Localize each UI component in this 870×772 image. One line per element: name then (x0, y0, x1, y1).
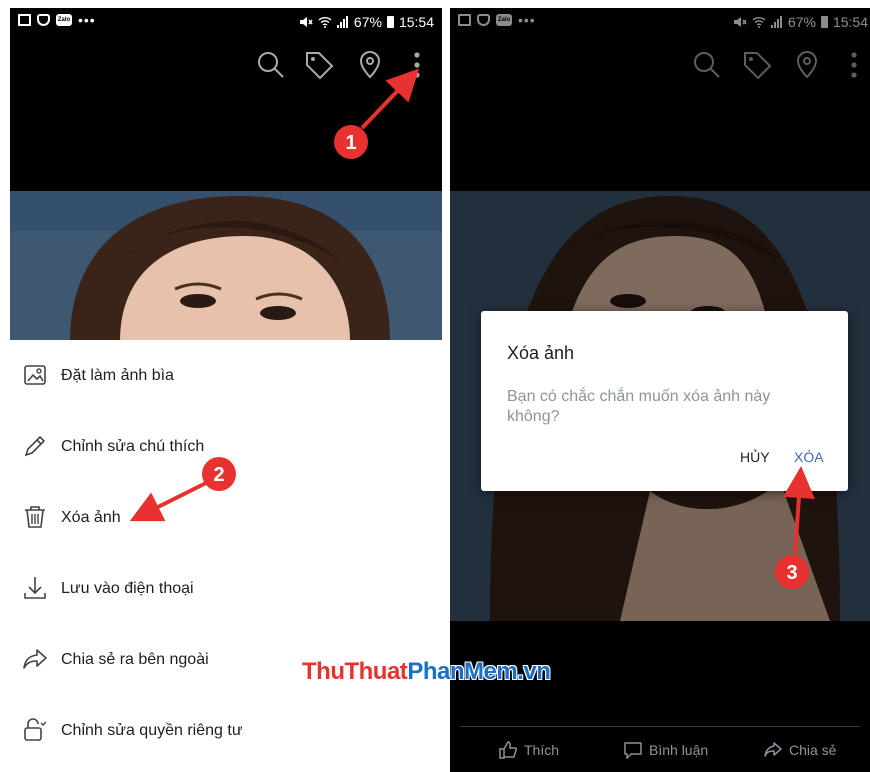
more-vertical-icon[interactable] (400, 48, 434, 82)
comment-label: Bình luận (649, 742, 709, 758)
wifi-icon (318, 17, 332, 28)
pencil-icon (24, 435, 46, 457)
download-icon (24, 577, 46, 599)
more-notifications-icon: ••• (78, 12, 96, 28)
menu-label: Lưu vào điện thoại (61, 579, 194, 597)
share-button[interactable]: Chia sẻ (763, 740, 836, 760)
comment-button[interactable]: Bình luận (623, 740, 708, 760)
menu-item-delete-photo[interactable]: Xóa ảnh (10, 482, 442, 553)
search-icon[interactable] (254, 48, 288, 82)
tag-icon[interactable] (302, 48, 336, 82)
photo-action-bar: Thích Bình luận Chia sẻ (460, 726, 860, 772)
shield-notification-icon (37, 14, 50, 26)
menu-item-edit-privacy[interactable]: Chỉnh sửa quyền riêng tư (10, 695, 442, 766)
menu-label: Chỉnh sửa chú thích (61, 437, 205, 455)
menu-label: Chia sẻ ra bên ngoài (61, 650, 209, 668)
menu-item-save-to-phone[interactable]: Lưu vào điện thoại (10, 553, 442, 624)
site-watermark: ThuThuatPhanMem.vn (302, 658, 551, 686)
clock: 15:54 (398, 14, 434, 30)
signal-icon (336, 16, 348, 28)
zalo-notification-icon: Zalo (56, 14, 72, 26)
menu-label: Chỉnh sửa quyền riêng tư (61, 721, 243, 739)
watermark-part-2: PhanMem (407, 658, 518, 685)
comment-icon (624, 742, 642, 759)
gallery-notification-icon (18, 14, 31, 26)
tutorial-screenshot: Zalo ••• 67% 15:54 Đặt làm ảnh bìa Chỉnh… (0, 0, 870, 772)
delete-confirm-dialog: Xóa ảnh Bạn có chắc chắn muốn xóa ảnh nà… (481, 311, 848, 491)
trash-icon (25, 506, 45, 528)
cancel-button[interactable]: HỦY (740, 449, 770, 465)
confirm-delete-button[interactable]: XÓA (794, 449, 824, 465)
location-pin-icon[interactable] (353, 48, 387, 82)
share-label: Chia sẻ (789, 742, 837, 758)
battery-percent: 67% (353, 14, 382, 30)
menu-label: Xóa ảnh (61, 508, 121, 526)
menu-item-edit-caption[interactable]: Chỉnh sửa chú thích (10, 411, 442, 482)
dialog-title: Xóa ảnh (507, 343, 575, 363)
photo-preview[interactable] (10, 191, 442, 341)
like-button[interactable]: Thích (498, 740, 559, 760)
watermark-part-1: ThuThuat (302, 658, 408, 685)
battery-icon (386, 16, 394, 28)
menu-item-set-cover[interactable]: Đặt làm ảnh bìa (10, 340, 442, 411)
share-icon (764, 742, 782, 757)
cover-photo-icon (24, 365, 46, 385)
share-icon (23, 649, 47, 669)
dialog-message: Bạn có chắc chắn muốn xóa ảnh này không? (507, 388, 771, 425)
mute-icon (299, 17, 313, 27)
photo-options-sheet: Đặt làm ảnh bìa Chỉnh sửa chú thích Xóa … (10, 340, 442, 772)
like-icon (499, 741, 518, 759)
like-label: Thích (524, 742, 560, 758)
menu-label: Đặt làm ảnh bìa (61, 366, 174, 384)
lock-edit-icon (24, 718, 47, 741)
portrait-photo (10, 191, 442, 341)
status-bar: Zalo ••• 67% 15:54 (10, 8, 442, 38)
watermark-part-3: .vn (517, 658, 551, 685)
